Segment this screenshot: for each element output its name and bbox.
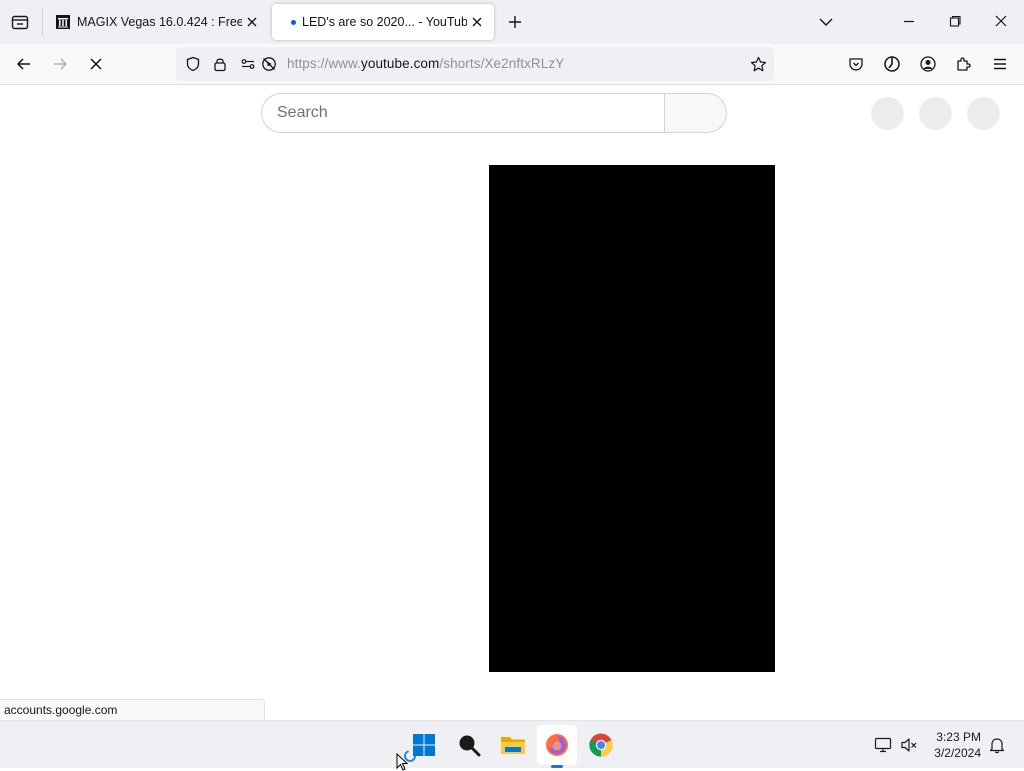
close-window-icon[interactable] — [992, 12, 1010, 30]
link-status-bar: accounts.google.com — [0, 699, 265, 720]
loading-dot-icon — [291, 20, 296, 25]
system-clock[interactable]: 3:23 PM 3/2/2024 — [934, 729, 981, 761]
lock-icon[interactable] — [212, 56, 228, 72]
tab-label: LED's are so 2020... - YouTube — [302, 15, 467, 29]
arrow-right-icon — [54, 58, 68, 70]
tab-strip: MAGIX Vegas 16.0.424 : Free Do LED's are… — [0, 0, 1024, 44]
pocket-button[interactable] — [842, 50, 870, 78]
list-all-tabs-icon[interactable] — [8, 10, 32, 34]
pocket-icon — [849, 58, 863, 71]
close-tab-icon[interactable] — [244, 14, 260, 30]
extensions-button[interactable] — [950, 50, 978, 78]
tracking-protection-shield-icon[interactable] — [185, 56, 201, 72]
firefox-taskbar-button[interactable] — [537, 725, 577, 765]
loading-placeholder-circle — [919, 97, 952, 130]
address-bar[interactable]: https://www.youtube.com/shorts/Xe2nftxRL… — [176, 47, 774, 81]
account-icon — [920, 56, 936, 72]
notification-bell-icon[interactable] — [988, 736, 1006, 754]
firefox-view-button[interactable] — [878, 50, 906, 78]
url-path: /shorts/Xe2nftxRLzY — [439, 56, 565, 71]
permissions-icon[interactable] — [240, 56, 256, 72]
mouse-pointer-icon — [396, 753, 408, 771]
back-button[interactable] — [10, 50, 38, 78]
hamburger-menu-icon — [994, 58, 1006, 70]
folder-icon — [501, 737, 525, 754]
tab-divider — [42, 8, 43, 36]
library-building-icon — [55, 14, 71, 30]
application-menu-button[interactable] — [986, 50, 1014, 78]
stop-x-icon — [90, 58, 102, 70]
clock-date: 3/2/2024 — [934, 746, 981, 760]
chrome-icon — [589, 733, 613, 757]
search-box[interactable] — [261, 93, 665, 133]
url-text[interactable]: https://www.youtube.com/shorts/Xe2nftxRL… — [287, 56, 564, 71]
display-settings-icon[interactable] — [874, 736, 892, 754]
taskbar-search-button[interactable] — [449, 725, 489, 765]
url-prefix: https://www. — [287, 56, 361, 71]
minimize-window-icon[interactable] — [900, 12, 918, 30]
new-tab-button[interactable] — [503, 10, 527, 34]
file-explorer-button[interactable] — [493, 725, 533, 765]
tab-overflow-chevron-icon[interactable] — [816, 12, 836, 32]
firefox-icon — [546, 734, 568, 756]
loading-placeholder-circle — [967, 97, 1000, 130]
stop-loading-button[interactable] — [82, 50, 110, 78]
tab-youtube-shorts[interactable]: LED's are so 2020... - YouTube — [272, 4, 494, 40]
close-tab-icon[interactable] — [469, 14, 485, 30]
url-domain: youtube.com — [360, 56, 440, 71]
sync-progress-icon — [884, 56, 900, 72]
chrome-taskbar-button[interactable] — [581, 725, 621, 765]
speaker-muted-icon[interactable] — [900, 736, 918, 754]
windows-taskbar: 3:23 PM 3/2/2024 — [0, 720, 1024, 771]
magnifier-icon — [459, 735, 481, 757]
navigation-toolbar: https://www.youtube.com/shorts/Xe2nftxRL… — [0, 44, 1024, 85]
tab-label: MAGIX Vegas 16.0.424 : Free Do — [77, 15, 242, 29]
plus-icon — [509, 16, 521, 28]
autoplay-blocked-icon[interactable] — [261, 56, 277, 72]
bookmark-star-icon[interactable] — [750, 56, 767, 73]
restore-window-icon[interactable] — [946, 12, 964, 30]
shorts-video-player[interactable] — [489, 165, 775, 672]
search-input[interactable] — [277, 103, 647, 123]
tab-magix-vegas[interactable]: MAGIX Vegas 16.0.424 : Free Do — [48, 4, 266, 40]
account-button[interactable] — [914, 50, 942, 78]
arrow-left-icon — [16, 58, 30, 70]
web-page: accounts.google.com — [0, 85, 1024, 720]
search-button[interactable] — [664, 93, 727, 133]
clock-time: 3:23 PM — [936, 730, 981, 744]
puzzle-piece-icon — [957, 57, 971, 71]
loading-placeholder-circle — [871, 97, 904, 130]
forward-button[interactable] — [46, 50, 74, 78]
